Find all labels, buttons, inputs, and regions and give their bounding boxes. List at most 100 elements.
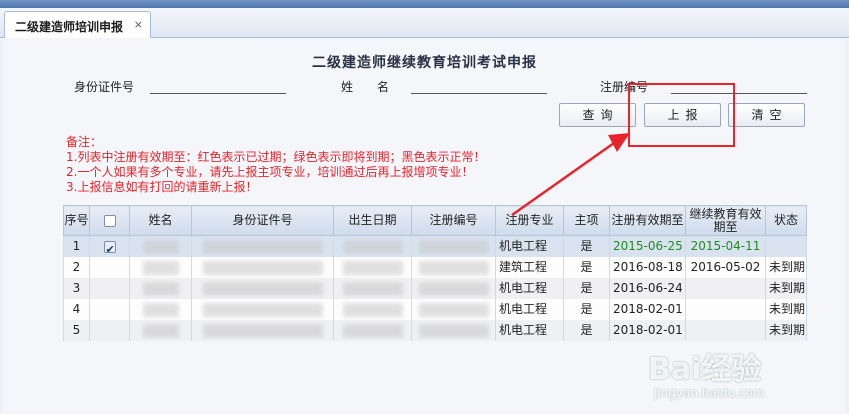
row-name bbox=[129, 299, 192, 320]
note-line-2: 2.一个人如果有多个专业，请先上报主项专业，培训通过后再上报增项专业！ bbox=[66, 165, 474, 179]
header-birth-date: 出生日期 bbox=[333, 205, 412, 236]
row-id-number bbox=[191, 299, 334, 320]
row-reg-until: 2016-06-24 bbox=[609, 278, 686, 299]
query-button[interactable]: 查询 bbox=[559, 103, 636, 127]
row-status: 未到期 bbox=[765, 320, 807, 341]
row-major: 建筑工程 bbox=[495, 257, 564, 278]
table-row[interactable]: 4 机电工程是 2018-02-01 未到期 bbox=[63, 299, 807, 320]
row-birth-date bbox=[333, 257, 412, 278]
row-edu-until bbox=[685, 320, 766, 341]
row-select[interactable] bbox=[89, 257, 130, 278]
id-number-field[interactable] bbox=[150, 77, 286, 94]
table-row[interactable]: 1 机电工程是2015-06-252015-04-11 bbox=[63, 235, 807, 257]
row-reg-until: 2015-06-25 bbox=[609, 235, 686, 257]
row-no: 1 bbox=[63, 235, 90, 257]
redacted-block bbox=[418, 323, 489, 338]
row-no: 3 bbox=[63, 278, 90, 299]
row-name bbox=[129, 278, 192, 299]
row-reg-number bbox=[411, 320, 496, 341]
clear-button[interactable]: 清空 bbox=[728, 103, 805, 127]
table-row[interactable]: 3 机电工程是 2016-06-24 未到期 bbox=[63, 278, 807, 299]
header-id-number: 身份证件号 bbox=[191, 205, 334, 236]
row-birth-date bbox=[333, 235, 412, 257]
table-row[interactable]: 2 建筑工程是 2016-08-18 2016-05-02 未到期 bbox=[63, 257, 807, 278]
row-id-number bbox=[191, 278, 334, 299]
header-edu-until: 继续教育有效期至 bbox=[685, 205, 766, 236]
row-status: 未到期 bbox=[765, 278, 807, 299]
redacted-block bbox=[202, 281, 323, 296]
notes-block: 备注： 1.列表中注册有效期至：红色表示已过期；绿色表示即将到期；黑色表示正常！… bbox=[66, 135, 485, 195]
row-edu-until: 2015-04-11 bbox=[685, 235, 766, 257]
redacted-block bbox=[418, 239, 489, 254]
redacted-block bbox=[142, 281, 179, 296]
row-major: 机电工程 bbox=[495, 235, 564, 257]
row-status: 未到期 bbox=[765, 299, 807, 320]
select-all-checkbox[interactable] bbox=[103, 214, 116, 227]
name-input[interactable] bbox=[411, 77, 547, 93]
row-name bbox=[129, 320, 192, 341]
row-select[interactable] bbox=[89, 320, 130, 341]
header-reg-until: 注册有效期至 bbox=[609, 205, 686, 236]
row-main: 是 bbox=[563, 299, 610, 320]
header-reg-number: 注册编号 bbox=[411, 205, 496, 236]
reg-number-label: 注册编号 bbox=[600, 80, 649, 94]
redacted-block bbox=[202, 239, 323, 254]
row-major: 机电工程 bbox=[495, 320, 564, 341]
watermark-logo: Bai经验 bbox=[648, 352, 762, 387]
header-select-all[interactable] bbox=[89, 205, 130, 236]
row-id-number bbox=[191, 235, 334, 257]
row-reg-until: 2018-02-01 bbox=[609, 320, 686, 341]
close-icon[interactable]: × bbox=[134, 18, 143, 31]
row-edu-until: 2016-05-02 bbox=[685, 257, 766, 278]
watermark: Bai经验 jingyan.baidu.com bbox=[648, 344, 848, 408]
row-checkbox[interactable] bbox=[103, 239, 116, 257]
row-edu-until bbox=[685, 278, 766, 299]
tab-training-report[interactable]: 二级建造师培训申报 × bbox=[4, 11, 151, 39]
row-major: 机电工程 bbox=[495, 299, 564, 320]
table-row[interactable]: 5 机电工程是 2018-02-01 未到期 bbox=[63, 320, 807, 341]
redacted-block bbox=[142, 302, 179, 317]
page-title: 二级建造师继续教育培训考试申报 bbox=[312, 55, 537, 71]
redacted-block bbox=[142, 260, 179, 275]
redacted-block bbox=[202, 302, 323, 317]
row-birth-date bbox=[333, 278, 412, 299]
row-main: 是 bbox=[563, 278, 610, 299]
row-reg-number bbox=[411, 257, 496, 278]
reg-number-input[interactable] bbox=[671, 77, 807, 93]
name-label: 姓 名 bbox=[341, 80, 390, 94]
row-id-number bbox=[191, 320, 334, 341]
redacted-block bbox=[342, 260, 403, 275]
row-reg-number bbox=[411, 235, 496, 257]
header-no: 序号 bbox=[63, 205, 90, 236]
watermark-url: jingyan.baidu.com bbox=[654, 386, 765, 400]
reg-number-field[interactable] bbox=[671, 77, 807, 94]
row-reg-until: 2018-02-01 bbox=[609, 299, 686, 320]
header-major: 注册专业 bbox=[495, 205, 564, 236]
redacted-block bbox=[418, 260, 489, 275]
row-reg-number bbox=[411, 278, 496, 299]
row-status: 未到期 bbox=[765, 257, 807, 278]
submit-button[interactable]: 上报 bbox=[644, 103, 721, 127]
note-line-3: 3.上报信息如有打回的请重新上报！ bbox=[66, 180, 258, 194]
row-main: 是 bbox=[563, 235, 610, 257]
redacted-block bbox=[202, 323, 323, 338]
name-field[interactable] bbox=[411, 77, 547, 94]
redacted-block bbox=[342, 281, 403, 296]
redacted-block bbox=[342, 323, 403, 338]
header-name: 姓名 bbox=[129, 205, 192, 236]
redacted-block bbox=[342, 302, 403, 317]
row-main: 是 bbox=[563, 320, 610, 341]
row-birth-date bbox=[333, 299, 412, 320]
note-line-1: 1.列表中注册有效期至：红色表示已过期；绿色表示即将到期；黑色表示正常！ bbox=[66, 150, 486, 164]
row-select[interactable] bbox=[89, 299, 130, 320]
top-bar bbox=[0, 0, 849, 8]
row-select[interactable] bbox=[89, 235, 130, 257]
header-main: 主项 bbox=[563, 205, 610, 236]
row-reg-number bbox=[411, 299, 496, 320]
row-status bbox=[765, 235, 807, 257]
table-header-row: 序号 姓名 身份证件号 出生日期 注册编号 注册专业 主项 注册有效期至 继续教… bbox=[63, 205, 807, 236]
row-select[interactable] bbox=[89, 278, 130, 299]
row-no: 4 bbox=[63, 299, 90, 320]
id-number-label: 身份证件号 bbox=[74, 80, 135, 94]
id-number-input[interactable] bbox=[150, 77, 286, 93]
